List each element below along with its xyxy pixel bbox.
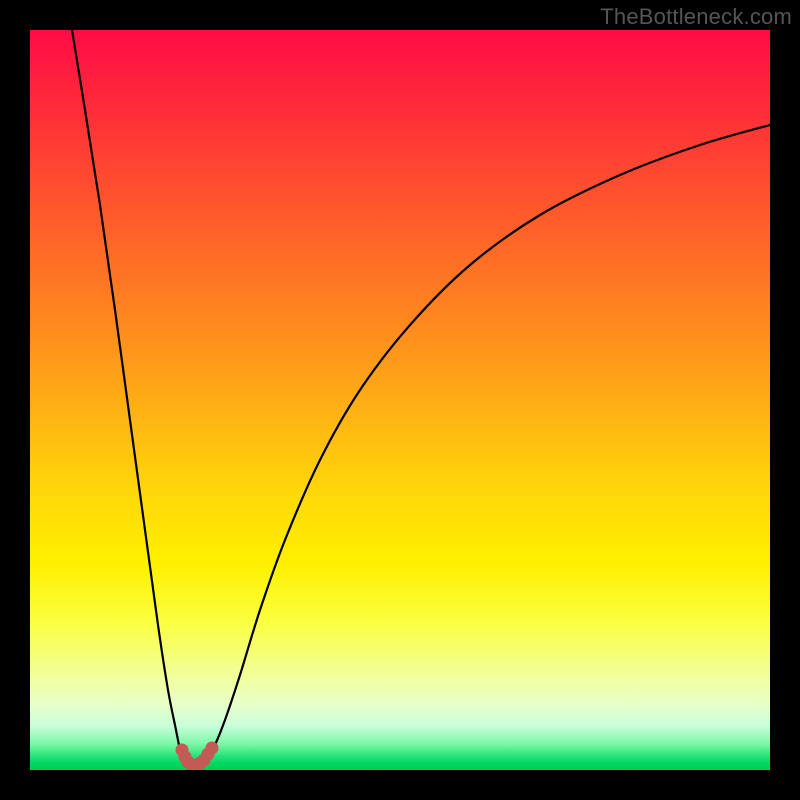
curve-layer bbox=[30, 30, 770, 770]
dip-marker bbox=[206, 742, 219, 755]
watermark-text: TheBottleneck.com bbox=[600, 4, 792, 30]
bottleneck-curve bbox=[72, 30, 770, 765]
dip-marker-group bbox=[176, 742, 219, 771]
chart-frame: TheBottleneck.com bbox=[0, 0, 800, 800]
plot-area bbox=[30, 30, 770, 770]
